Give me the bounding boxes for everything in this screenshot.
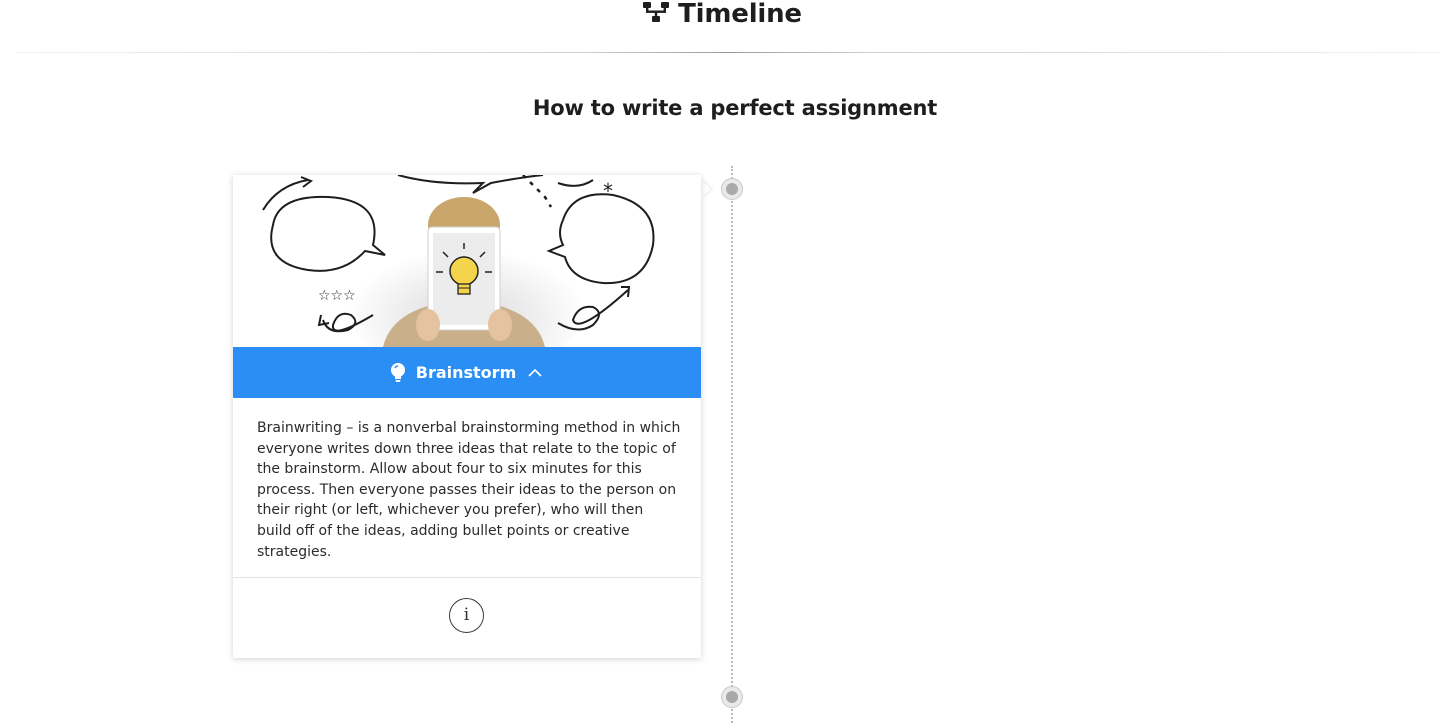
chevron-up-icon xyxy=(526,367,544,379)
card-description: Brainwriting – is a nonverbal brainstorm… xyxy=(257,420,681,560)
card-divider xyxy=(233,577,701,578)
lightbulb-icon xyxy=(390,362,406,383)
brainstorm-toggle[interactable]: Brainstorm xyxy=(233,347,701,398)
timeline-icon xyxy=(642,0,670,28)
timeline-line xyxy=(731,166,733,723)
brainstorm-illustration: * ☆☆☆ xyxy=(233,175,701,347)
info-icon: i xyxy=(463,605,470,625)
header-divider xyxy=(16,52,1440,53)
svg-text:☆☆☆: ☆☆☆ xyxy=(318,288,356,304)
page-heading: How to write a perfect assignment xyxy=(532,96,938,120)
card-title: Brainstorm xyxy=(415,363,517,382)
svg-text:*: * xyxy=(603,179,613,203)
timeline-card: * ☆☆☆ Brainstorm Brainwriting – is a non… xyxy=(233,175,701,658)
app-header: Timeline xyxy=(0,0,1444,52)
app-title: Timeline xyxy=(678,0,802,29)
timeline-marker xyxy=(722,687,742,707)
timeline-marker xyxy=(722,179,742,199)
card-pointer xyxy=(701,180,711,198)
app-title-group: Timeline xyxy=(642,0,802,28)
info-button[interactable]: i xyxy=(449,598,484,633)
